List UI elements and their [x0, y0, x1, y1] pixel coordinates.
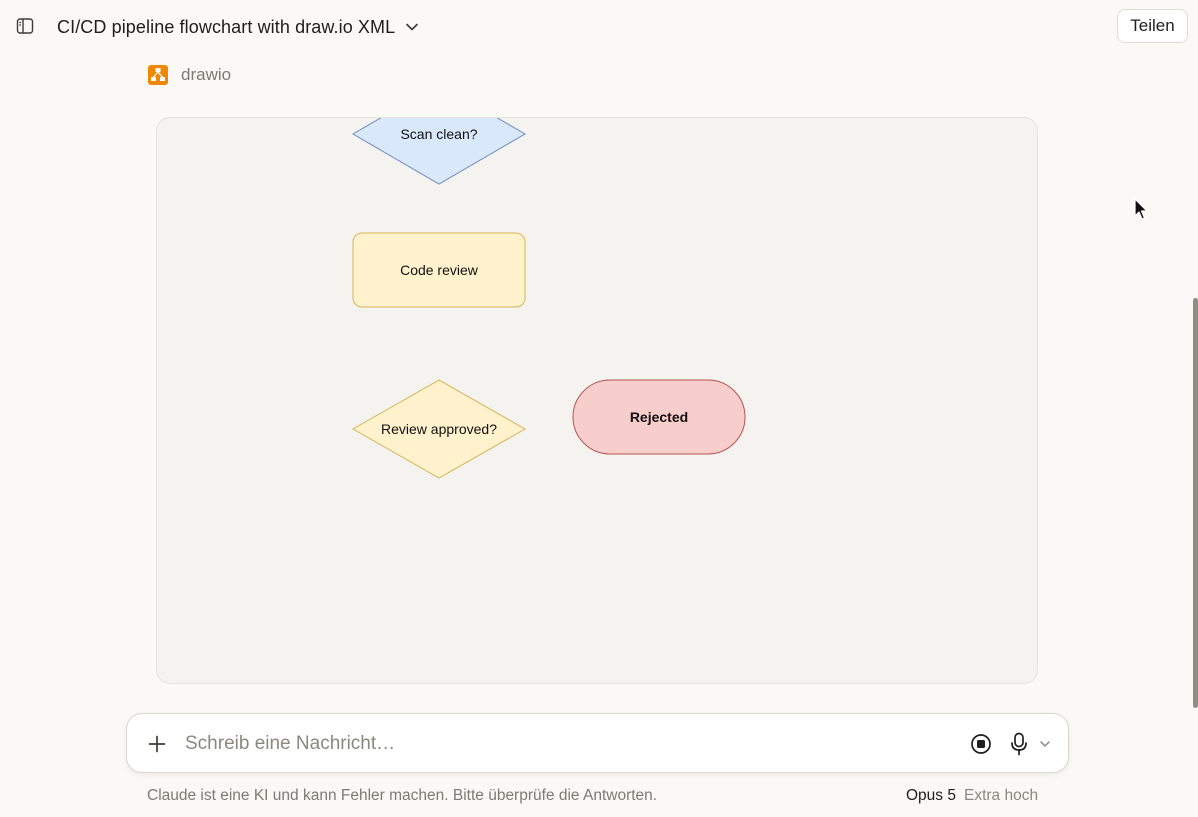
flowchart: Scan clean? Code review Review approved?… [351, 118, 746, 479]
sidebar-toggle-icon[interactable] [14, 15, 36, 37]
stop-icon[interactable] [969, 732, 993, 756]
conversation-title[interactable]: CI/CD pipeline flowchart with draw.io XM… [57, 15, 419, 39]
effort-level[interactable]: Extra hoch [964, 787, 1038, 805]
drawio-logo-icon [148, 65, 168, 85]
model-name[interactable]: Opus 5 [906, 787, 956, 805]
plus-icon[interactable] [145, 732, 169, 756]
scrollbar-thumb[interactable] [1193, 298, 1198, 708]
node-label: Scan clean? [400, 126, 477, 142]
message-composer [126, 713, 1069, 773]
model-selector[interactable]: Opus 5 Extra hoch [906, 787, 1038, 805]
diagram-canvas[interactable]: Scan clean? Code review Review approved?… [156, 117, 1038, 684]
mouse-cursor-icon [1134, 198, 1148, 220]
node-label: Code review [400, 262, 479, 278]
message-input[interactable] [185, 728, 945, 760]
node-code-review[interactable]: Code review [352, 232, 526, 308]
conversation-title-text: CI/CD pipeline flowchart with draw.io XM… [57, 16, 396, 37]
node-label: Rejected [630, 409, 688, 425]
chevron-down-icon [406, 23, 419, 31]
node-label: Review approved? [381, 421, 497, 437]
tool-name: drawio [181, 65, 232, 84]
microphone-icon[interactable] [1008, 731, 1030, 757]
node-review-approved[interactable]: Review approved? [351, 379, 527, 479]
chevron-down-icon[interactable] [1038, 737, 1052, 751]
disclaimer-text: Claude ist eine KI und kann Fehler mache… [147, 787, 658, 804]
node-scan-clean[interactable]: Scan clean? [352, 118, 526, 185]
top-bar: CI/CD pipeline flowchart with draw.io XM… [0, 0, 1198, 54]
node-rejected[interactable]: Rejected [572, 379, 746, 455]
tool-label: drawio [148, 64, 231, 86]
share-button[interactable]: Teilen [1117, 9, 1188, 43]
